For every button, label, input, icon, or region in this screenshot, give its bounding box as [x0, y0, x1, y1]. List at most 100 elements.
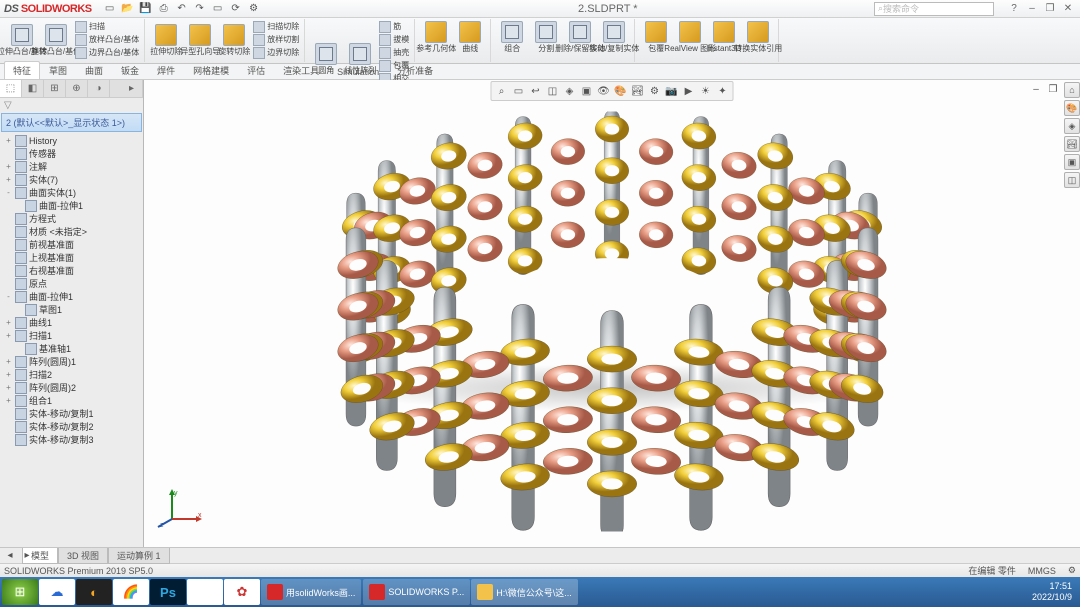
dim-tab[interactable]: ⊕: [66, 80, 88, 97]
zoom-area-button[interactable]: ▭: [511, 83, 527, 99]
tree-filter[interactable]: ▽: [0, 98, 143, 112]
ribbon-refgeom-button[interactable]: 参考几何体: [419, 20, 453, 54]
tree-node[interactable]: +History: [2, 134, 141, 147]
expand-tab[interactable]: ▸: [121, 80, 143, 97]
tree-expand-icon[interactable]: +: [4, 383, 13, 392]
tree-node[interactable]: -曲面-拉伸1: [2, 290, 141, 303]
taskbar-folder[interactable]: H:\微信公众号\这...: [471, 579, 578, 605]
light1-button[interactable]: ☀: [698, 83, 714, 99]
tb-rainbow-icon[interactable]: 🌈: [113, 579, 149, 605]
ribbon-curves-button[interactable]: 曲线: [453, 20, 487, 54]
command-tab[interactable]: 草图: [40, 61, 76, 79]
tree-node[interactable]: +阵列(圆周)2: [2, 381, 141, 394]
tree-node[interactable]: +注解: [2, 160, 141, 173]
taskpane-home-button[interactable]: ⌂: [1064, 82, 1080, 98]
command-tab[interactable]: Simulation: [328, 64, 388, 79]
tree-node[interactable]: 材质 <未指定>: [2, 225, 141, 238]
btab-prev-icon[interactable]: ◂: [2, 548, 18, 564]
tree-expand-icon[interactable]: +: [4, 318, 13, 327]
taskpane-scene-button[interactable]: 🏞: [1064, 136, 1080, 152]
zoom-fit-button[interactable]: ⌕: [494, 83, 510, 99]
hide-show-button[interactable]: 👁: [596, 83, 612, 99]
tree-expand-icon[interactable]: +: [4, 136, 13, 145]
appearance-button[interactable]: 🎨: [613, 83, 629, 99]
view-orient-button[interactable]: ◈: [562, 83, 578, 99]
qat-print-icon[interactable]: ⎙: [156, 1, 172, 17]
vp-max-icon[interactable]: ❐: [1045, 81, 1061, 97]
tree-node[interactable]: 实体-移动/复制3: [2, 433, 141, 446]
ribbon-realview-button[interactable]: RealView 图形: [673, 20, 707, 54]
tree-node[interactable]: 方程式: [2, 212, 141, 225]
start-button[interactable]: ⊞: [2, 579, 38, 605]
tree-node[interactable]: 右视基准面: [2, 264, 141, 277]
qat-select-icon[interactable]: ▭: [210, 1, 226, 17]
tb-baidu-icon[interactable]: ☁: [39, 579, 75, 605]
tb-sogou-icon[interactable]: ◐: [76, 579, 112, 605]
view-settings-button[interactable]: ⚙: [647, 83, 663, 99]
ribbon-small-button[interactable]: 拔模: [377, 33, 411, 46]
display-tab[interactable]: ◑: [88, 80, 110, 97]
vp-min-icon[interactable]: –: [1028, 81, 1044, 97]
ribbon-small-button[interactable]: 筋: [377, 20, 411, 33]
btab-next-icon[interactable]: ▸: [19, 548, 35, 564]
tree-node[interactable]: +实体(7): [2, 173, 141, 186]
display-style-button[interactable]: ▣: [579, 83, 595, 99]
tree-expand-icon[interactable]: +: [4, 175, 13, 184]
tree-node[interactable]: -曲面实体(1): [2, 186, 141, 199]
taskbar-clock[interactable]: 17:51 2022/10/9: [1026, 581, 1078, 603]
tree-expand-icon[interactable]: -: [4, 292, 13, 301]
tree-node[interactable]: 基准轴1: [2, 342, 141, 355]
fm-tree-tab[interactable]: ⬚: [0, 80, 22, 97]
tree-node[interactable]: +扫描2: [2, 368, 141, 381]
command-tab[interactable]: 特征: [4, 61, 40, 79]
ribbon-cut-ext-button[interactable]: 拉伸切除: [149, 23, 183, 57]
tree-node[interactable]: +扫描1: [2, 329, 141, 342]
qat-undo-icon[interactable]: ↶: [174, 1, 190, 17]
tb-photos-icon[interactable]: 🖼: [187, 579, 223, 605]
ribbon-small-button[interactable]: 边界凸台/基体: [73, 46, 141, 59]
tree-node[interactable]: 传感器: [2, 147, 141, 160]
status-gear-icon[interactable]: ⚙: [1068, 565, 1076, 576]
tree-node[interactable]: 实体-移动/复制1: [2, 407, 141, 420]
ribbon-combine-button[interactable]: 组合: [495, 20, 529, 54]
camera-button[interactable]: ▶: [681, 83, 697, 99]
property-tab[interactable]: ◧: [22, 80, 44, 97]
close-button[interactable]: ✕: [1060, 2, 1076, 16]
command-tab[interactable]: 评估: [238, 61, 274, 79]
command-tab[interactable]: 网格建模: [184, 61, 238, 79]
graphics-viewport[interactable]: ⌕▭↩◫◈▣👁🎨🏞⚙📷▶☀✦ – ❐ ✕ x y: [144, 80, 1080, 547]
qat-new-icon[interactable]: ▭: [102, 1, 118, 17]
command-tab[interactable]: 分析准备: [388, 61, 442, 79]
tree-node[interactable]: 原点: [2, 277, 141, 290]
light2-button[interactable]: ✦: [715, 83, 731, 99]
tree-node[interactable]: +组合1: [2, 394, 141, 407]
minimize-button[interactable]: –: [1024, 2, 1040, 16]
qat-options-icon[interactable]: ⚙: [246, 1, 262, 17]
ribbon-small-button[interactable]: 抽壳: [377, 46, 411, 59]
tree-node[interactable]: 实体-移动/复制2: [2, 420, 141, 433]
tree-node[interactable]: 曲面-拉伸1: [2, 199, 141, 212]
taskpane-display-button[interactable]: ▣: [1064, 154, 1080, 170]
ribbon-convert-button[interactable]: 转换实体引用: [741, 20, 775, 54]
ribbon-small-button[interactable]: 边界切除: [251, 46, 301, 59]
tree-root[interactable]: 2 (默认<<默认>_显示状态 1>): [1, 113, 142, 132]
help-button[interactable]: ?: [1006, 2, 1022, 16]
command-tab[interactable]: 钣金: [112, 61, 148, 79]
ribbon-small-button[interactable]: 扫描: [73, 20, 141, 33]
qat-save-icon[interactable]: 💾: [138, 1, 154, 17]
taskbar-app[interactable]: 用solidWorks画...: [261, 579, 361, 605]
taskpane-appearance-button[interactable]: 🎨: [1064, 100, 1080, 116]
command-tab[interactable]: 焊件: [148, 61, 184, 79]
tree-expand-icon[interactable]: +: [4, 331, 13, 340]
tree-expand-icon[interactable]: +: [4, 396, 13, 405]
taskpane-decal-button[interactable]: ◈: [1064, 118, 1080, 134]
tb-photoshop-icon[interactable]: Ps: [150, 579, 186, 605]
taskpane-section-button[interactable]: ◫: [1064, 172, 1080, 188]
render-button[interactable]: 📷: [664, 83, 680, 99]
section-button[interactable]: ◫: [545, 83, 561, 99]
tree-node[interactable]: 草图1: [2, 303, 141, 316]
tree-expand-icon[interactable]: -: [4, 188, 13, 197]
model-tab[interactable]: 3D 视图: [58, 548, 108, 564]
ribbon-revolve-button[interactable]: 旋转凸台/基体: [39, 23, 73, 57]
search-input[interactable]: ⌕ 搜索命令: [874, 2, 994, 16]
